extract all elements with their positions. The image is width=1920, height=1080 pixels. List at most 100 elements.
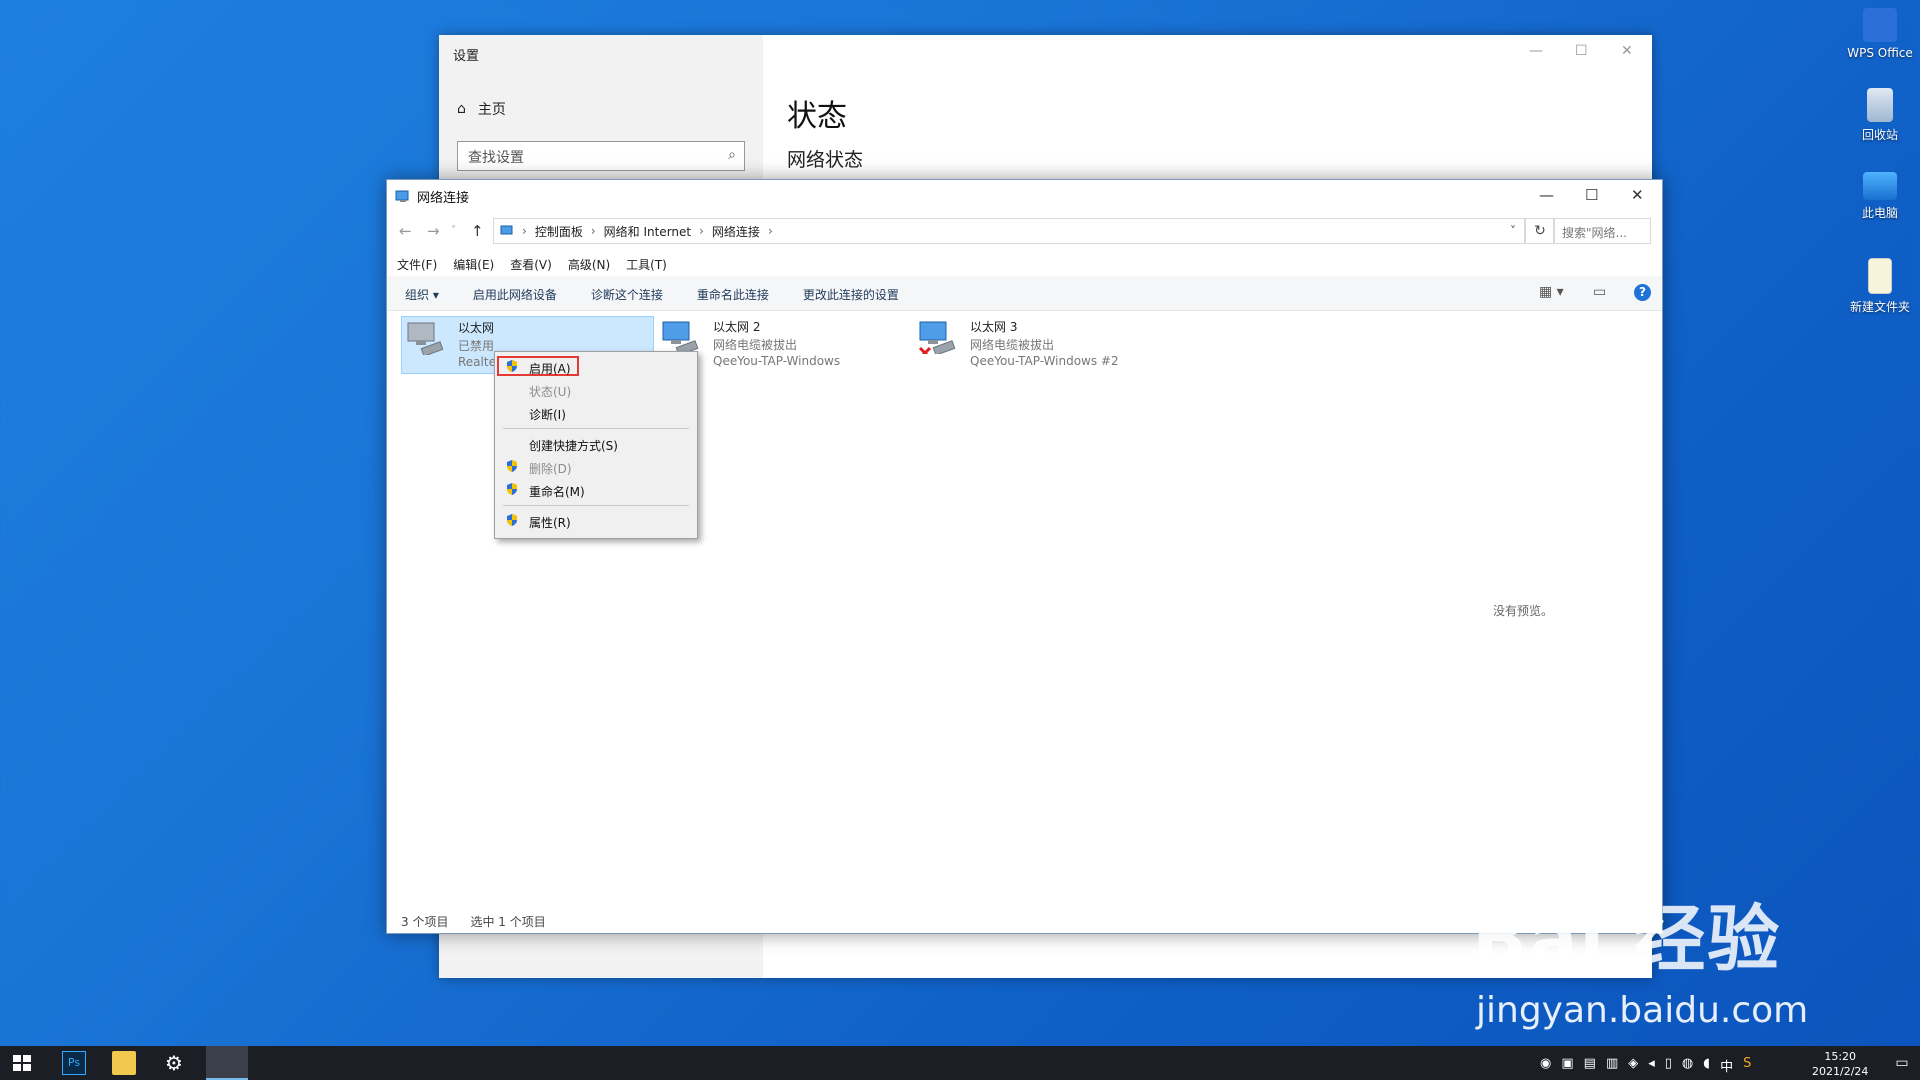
help-icon[interactable]: ? [1634,284,1651,301]
status-bar: 3 个项目 选中 1 个项目 [401,913,546,930]
maximize-icon[interactable]: ☐ [1575,43,1588,59]
home-label: 主页 [477,102,506,118]
rename-button[interactable]: 重命名此连接 [697,286,769,303]
desktop-icon-label: 回收站 [1861,128,1898,142]
minimize-icon[interactable]: — [1529,43,1543,59]
search-placeholder: 搜索"网络... [1562,226,1627,240]
chevron-down-icon[interactable]: ˅ [451,225,456,236]
minimize-icon[interactable]: — [1539,186,1554,204]
network-adapter-icon [918,321,956,354]
search-icon: ⌕ [728,147,736,163]
close-icon[interactable]: ✕ [1631,186,1644,204]
menu-file[interactable]: 文件(F) [397,256,437,273]
page-subtitle: 网络状态 [787,149,864,171]
connection-device: QeeYou-TAP-Windows [713,354,841,368]
desktop-icon-recycle-bin[interactable]: 回收站 [1835,88,1920,143]
menu-advanced[interactable]: 高级(N) [568,256,610,273]
organize-button[interactable]: 组织 ▾ [405,286,439,303]
address-row: ← → ˅ ↑ › 控制面板 › 网络和 Internet › 网络连接 › ˅… [387,214,1662,248]
tray-app-icon[interactable]: ◂ [1648,1056,1655,1075]
notification-icon[interactable]: ▭ [1890,1051,1914,1075]
desktop-icon-label: 新建文件夹 [1849,300,1910,314]
shield-icon [507,360,517,372]
menu-edit[interactable]: 编辑(E) [453,256,494,273]
command-bar: 组织 ▾ 启用此网络设备 诊断这个连接 重命名此连接 更改此连接的设置 ▦ ▾ … [387,276,1662,311]
change-settings-button[interactable]: 更改此连接的设置 [803,286,899,303]
connection-item-ethernet-3[interactable]: 以太网 3 网络电缆被拔出 QeeYou-TAP-Windows #2 [914,316,1174,374]
breadcrumb-separator: › [522,224,527,238]
menu-view[interactable]: 查看(V) [510,256,552,273]
watermark-url: jingyan.baidu.com [1476,990,1809,1031]
desktop-icon-wps[interactable]: WPS Office [1835,8,1920,60]
windows-start-icon[interactable] [10,1051,34,1075]
computer-icon [1863,172,1897,200]
volume-icon[interactable]: ◖ [1703,1056,1710,1075]
connection-name: 以太网 [458,321,495,335]
network-adapter-icon [662,321,699,354]
address-bar[interactable]: › 控制面板 › 网络和 Internet › 网络连接 › ˅ [493,218,1525,244]
ime-indicator[interactable]: 中 [1720,1056,1733,1075]
tray-app-icon[interactable]: ▥ [1606,1056,1618,1075]
menu-separator [503,505,689,506]
breadcrumb-item[interactable]: 控制面板 [535,223,583,240]
shield-icon [507,483,517,495]
breadcrumb-item[interactable]: 网络连接 [712,223,760,240]
menu-separator [503,428,689,429]
breadcrumb-separator: › [767,224,773,238]
enable-device-button[interactable]: 启用此网络设备 [473,286,557,303]
tray-app-icon[interactable]: ◉ [1540,1056,1551,1075]
desktop-icon-label: 此电脑 [1861,206,1898,220]
tray-app-icon[interactable]: ▣ [1561,1056,1573,1075]
settings-title: 设置 [453,49,480,64]
desktop-icon-this-pc[interactable]: 此电脑 [1835,172,1920,221]
menu-item-enable[interactable]: 启用(A) [529,360,571,377]
connection-device: QeeYou-TAP-Windows #2 [970,354,1119,368]
home-icon: ⌂ [457,101,466,117]
menu-item-create-shortcut[interactable]: 创建快捷方式(S) [529,437,618,454]
connection-name: 以太网 2 [713,320,761,334]
clock[interactable]: 15:20 2021/2/24 [1812,1049,1868,1079]
recycle-bin-icon [1867,88,1893,122]
diagnose-button[interactable]: 诊断这个连接 [591,286,663,303]
defender-icon[interactable]: ◈ [1628,1056,1638,1075]
back-icon[interactable]: ← [399,222,412,240]
search-input[interactable]: 搜索"网络... [1553,218,1651,244]
settings-home-link[interactable]: ⌂ 主页 [457,99,506,119]
network-connections-taskbar-icon[interactable] [206,1046,248,1080]
desktop-icon-new-folder[interactable]: 新建文件夹 [1835,258,1920,315]
refresh-button[interactable]: ↻ [1525,218,1555,244]
view-options-icon[interactable]: ▦ ▾ [1539,284,1564,300]
file-explorer-icon[interactable] [112,1051,136,1075]
preview-pane-icon[interactable]: ▭ [1593,284,1606,300]
connection-status: 已禁用 [458,339,495,353]
clock-time: 15:20 [1824,1050,1857,1063]
input-method-icon[interactable]: S [1743,1056,1751,1075]
menu-item-rename[interactable]: 重命名(M) [529,483,585,500]
forward-icon[interactable]: → [427,222,440,240]
menu-item-properties[interactable]: 属性(R) [529,514,571,531]
tray-app-icon[interactable]: ▤ [1584,1056,1596,1075]
breadcrumb-item[interactable]: 网络和 Internet [604,223,691,240]
wps-icon [1863,8,1897,42]
chevron-down-icon[interactable]: ˅ [1510,224,1516,238]
connection-status: 网络电缆被拔出 [970,338,1055,352]
network-icon[interactable]: ◍ [1682,1056,1693,1075]
connection-status: 网络电缆被拔出 [713,338,798,352]
close-icon[interactable]: ✕ [1621,43,1633,59]
settings-gear-icon[interactable]: ⚙ [162,1051,186,1075]
up-icon[interactable]: ↑ [471,222,484,240]
menu-item-status[interactable]: 状态(U) [529,383,571,400]
shield-icon [507,514,517,526]
usb-icon[interactable]: ▯ [1665,1056,1672,1075]
menu-item-diagnose[interactable]: 诊断(I) [529,406,566,423]
shield-icon [507,460,517,472]
menu-item-delete[interactable]: 删除(D) [529,460,572,477]
window-titlebar[interactable]: 网络连接 — ☐ ✕ [387,180,1662,212]
photoshop-icon[interactable]: Ps [62,1051,86,1075]
no-preview-text: 没有预览。 [1493,604,1554,618]
settings-search-input[interactable]: 查找设置 ⌕ [457,141,745,171]
search-placeholder: 查找设置 [468,150,524,166]
menu-tools[interactable]: 工具(T) [626,256,667,273]
maximize-icon[interactable]: ☐ [1585,186,1598,204]
desktop-icon-label: WPS Office [1847,46,1913,60]
